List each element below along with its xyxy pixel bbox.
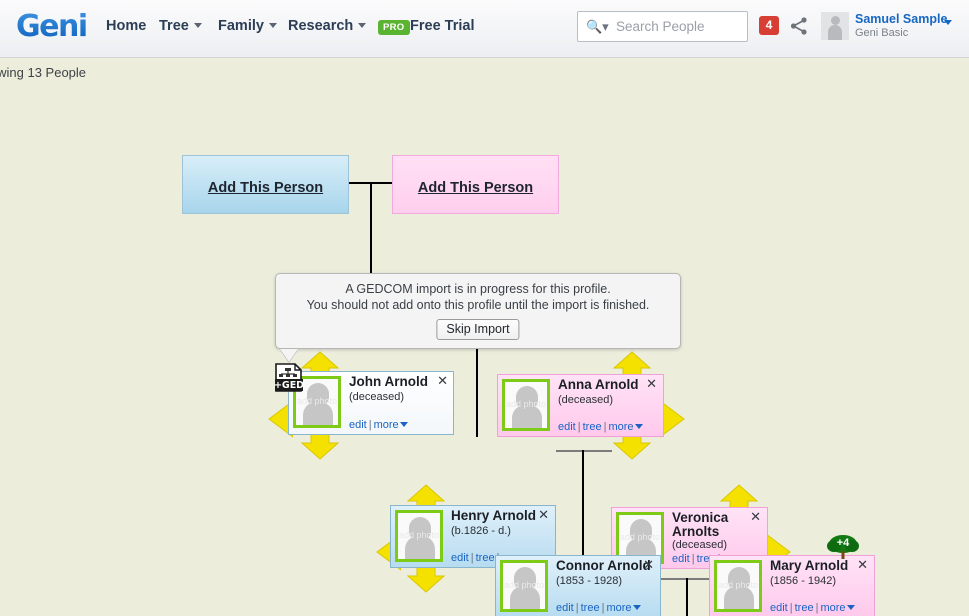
nav-item-tree[interactable]: Tree bbox=[159, 18, 202, 34]
tooltip-pointer bbox=[280, 349, 298, 362]
connector-line bbox=[582, 450, 584, 565]
edit-link[interactable]: edit bbox=[556, 602, 574, 614]
add-photo-label: add photo bbox=[296, 396, 338, 406]
geni-logo[interactable]: Geni bbox=[16, 10, 88, 44]
search-box[interactable]: 🔍▾ bbox=[577, 11, 748, 42]
person-photo-placeholder[interactable]: add photo bbox=[500, 560, 548, 612]
chevron-down-icon bbox=[846, 605, 855, 610]
pro-badge: PRO bbox=[378, 20, 410, 35]
add-photo-label: add photo bbox=[717, 580, 759, 590]
edit-link[interactable]: edit bbox=[672, 553, 690, 565]
tree-subbar: Showing 13 People bbox=[0, 59, 969, 87]
add-photo-label: add photo bbox=[503, 580, 545, 590]
more-relatives-count: +4 bbox=[836, 537, 850, 549]
showing-people-count: Showing 13 People bbox=[0, 65, 87, 80]
close-icon[interactable]: ✕ bbox=[750, 510, 761, 525]
person-photo-placeholder[interactable]: add photo bbox=[502, 379, 550, 431]
edit-link[interactable]: edit bbox=[349, 419, 367, 431]
chevron-down-icon bbox=[399, 422, 408, 427]
chevron-down-icon bbox=[358, 23, 367, 28]
search-input[interactable] bbox=[614, 12, 744, 41]
share-icon[interactable] bbox=[789, 16, 809, 36]
nav-item-tree-label: Tree bbox=[159, 18, 189, 34]
more-link[interactable]: more bbox=[820, 602, 845, 614]
add-photo-label: add photo bbox=[398, 530, 440, 540]
edit-link[interactable]: edit bbox=[770, 602, 788, 614]
top-header-bar: Geni Home Tree Family Research PRO Free … bbox=[0, 0, 969, 58]
notification-badge[interactable]: 4 bbox=[759, 16, 779, 35]
gedcom-import-badge[interactable]: +GED bbox=[274, 363, 304, 393]
nav-item-family-label: Family bbox=[218, 18, 264, 34]
user-name[interactable]: Samuel Sample bbox=[855, 12, 947, 26]
person-actions[interactable]: edit|tree|more bbox=[770, 602, 855, 614]
connector-line bbox=[556, 450, 612, 452]
nav-item-family[interactable]: Family bbox=[218, 18, 277, 34]
free-trial-link[interactable]: Free Trial bbox=[410, 18, 474, 34]
person-dates: (deceased) bbox=[349, 391, 405, 403]
avatar[interactable] bbox=[821, 12, 849, 40]
more-link[interactable]: more bbox=[606, 602, 631, 614]
gedcom-import-tooltip: A GEDCOM import is in progress for this … bbox=[275, 273, 681, 362]
tooltip-line-1: A GEDCOM import is in progress for this … bbox=[345, 282, 611, 296]
more-relatives-badge[interactable]: +4 bbox=[826, 533, 860, 561]
tree-link[interactable]: tree bbox=[795, 602, 814, 614]
person-actions[interactable]: edit | more bbox=[349, 419, 408, 431]
person-dates: (1856 - 1942) bbox=[770, 575, 837, 587]
person-dates: (b.1826 - d.) bbox=[451, 525, 511, 537]
person-photo-placeholder[interactable]: add photo bbox=[395, 510, 443, 562]
chevron-down-icon bbox=[632, 605, 641, 610]
chevron-down-icon bbox=[634, 424, 643, 429]
add-person-node-male[interactable]: Add This Person bbox=[182, 155, 349, 214]
add-person-label[interactable]: Add This Person bbox=[393, 180, 558, 196]
nav-arrow-down[interactable] bbox=[298, 431, 342, 461]
tree-link[interactable]: tree bbox=[476, 552, 495, 564]
person-node-anna-arnold[interactable]: add photo Anna Arnold (deceased) ✕ edit |… bbox=[497, 374, 664, 437]
more-link[interactable]: more bbox=[374, 419, 399, 431]
person-actions[interactable]: edit|tree|more bbox=[556, 602, 641, 614]
close-icon[interactable]: ✕ bbox=[646, 377, 657, 392]
close-icon[interactable]: ✕ bbox=[538, 508, 549, 523]
nav-item-home-label: Home bbox=[106, 18, 147, 34]
connector-line bbox=[660, 578, 710, 580]
tree-link[interactable]: tree bbox=[581, 602, 600, 614]
person-name[interactable]: Anna Arnold bbox=[558, 378, 639, 392]
connector-line bbox=[686, 578, 688, 616]
user-plan-label: Geni Basic bbox=[855, 27, 909, 39]
person-node-connor-arnold[interactable]: add photo Connor Arnold (1853 - 1928) ✕ … bbox=[495, 555, 661, 616]
edit-link[interactable]: edit bbox=[558, 421, 576, 433]
family-tree-canvas[interactable]: Add This Person Add This Person add phot… bbox=[0, 87, 969, 616]
tooltip-line-2: You should not add onto this profile unt… bbox=[306, 298, 650, 312]
nav-arrow-down[interactable] bbox=[404, 564, 448, 594]
chevron-down-icon bbox=[193, 23, 202, 28]
tree-link[interactable]: tree bbox=[583, 421, 602, 433]
person-actions[interactable]: edit|tree|more bbox=[558, 421, 643, 433]
person-dates: (deceased) bbox=[558, 394, 614, 406]
chevron-down-icon[interactable] bbox=[944, 20, 952, 25]
person-name[interactable]: Mary Arnold bbox=[770, 559, 848, 573]
add-photo-label: add photo bbox=[619, 532, 661, 542]
skip-import-button[interactable]: Skip Import bbox=[436, 319, 520, 340]
person-node-john-arnold[interactable]: add photo John Arnold (deceased) ✕ edit |… bbox=[288, 371, 454, 435]
nav-item-research-label: Research bbox=[288, 18, 354, 34]
person-name[interactable]: Henry Arnold bbox=[451, 509, 536, 523]
person-name[interactable]: John Arnold bbox=[349, 375, 428, 389]
nav-item-home[interactable]: Home bbox=[106, 18, 146, 34]
add-person-label[interactable]: Add This Person bbox=[183, 180, 348, 196]
more-link[interactable]: more bbox=[608, 421, 633, 433]
person-photo-placeholder[interactable]: add photo bbox=[714, 560, 762, 612]
person-node-mary-arnold[interactable]: add photo Mary Arnold (1856 - 1942) ✕ ed… bbox=[709, 555, 875, 616]
svg-text:+GED: +GED bbox=[275, 380, 303, 391]
person-name[interactable]: Connor Arnold bbox=[556, 559, 651, 573]
chevron-down-icon bbox=[268, 23, 277, 28]
person-dates: (1853 - 1928) bbox=[556, 575, 623, 587]
add-person-node-female[interactable]: Add This Person bbox=[392, 155, 559, 214]
add-photo-label: add photo bbox=[505, 399, 547, 409]
person-name[interactable]: Veronica Arnolts bbox=[672, 511, 752, 539]
close-icon[interactable]: ✕ bbox=[437, 374, 448, 389]
search-icon: 🔍▾ bbox=[586, 19, 609, 34]
close-icon[interactable]: ✕ bbox=[643, 558, 654, 573]
nav-item-research[interactable]: Research bbox=[288, 18, 367, 34]
edit-link[interactable]: edit bbox=[451, 552, 469, 564]
person-dates: (deceased) bbox=[672, 539, 728, 551]
